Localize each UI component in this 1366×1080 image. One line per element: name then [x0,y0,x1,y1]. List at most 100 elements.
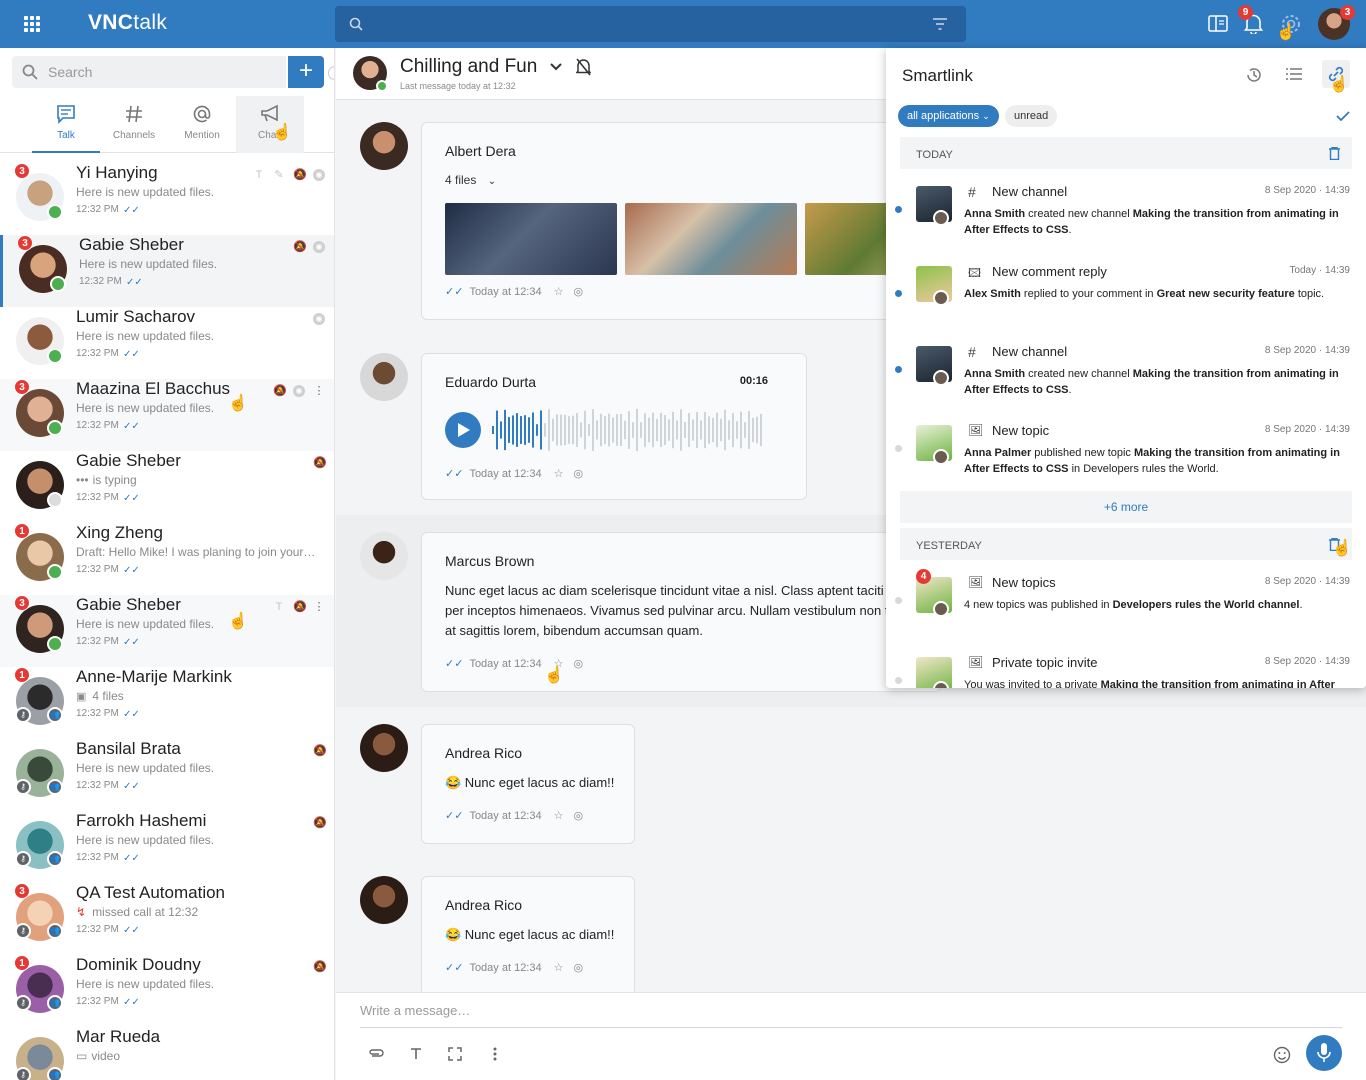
compass-icon[interactable]: ◉ [313,313,325,325]
tab-mention[interactable]: Mention [168,96,236,153]
conversation-item[interactable]: ⚷ 👥 Farrokh Hashemi Here is new updated fil… [0,811,334,883]
more-vertical-icon[interactable] [493,1047,497,1061]
message-input[interactable]: Write a message… [360,1003,470,1018]
image-canyon[interactable] [625,203,797,275]
emoji-react-icon[interactable]: ◎ [573,468,583,480]
waveform-bar [708,416,710,444]
conversation-item[interactable]: ⚷ 👥 3 QA Test Automation ↯ missed call at 12:… [0,883,334,955]
star-icon[interactable]: ☆ [554,962,564,974]
notification-item[interactable]: # New channel 8 Sep 2020 · 14:39 Anna Smith… [886,184,1366,262]
conversation-item[interactable]: ⚷ 👥 Mar Rueda ▭ video [0,1027,334,1080]
notification-item[interactable]: # New channel 8 Sep 2020 · 14:39 Anna Smith… [886,344,1366,422]
filter-unread[interactable]: unread [1005,105,1058,127]
files-dropdown[interactable]: 4 files ⌄ [445,173,496,187]
collapse-sidebar-icon[interactable]: › [328,66,334,80]
add-conversation-button[interactable]: + [288,56,324,88]
avatar[interactable] [360,724,408,772]
text-format-icon[interactable] [410,1048,422,1060]
apps-grid-icon[interactable] [24,16,40,32]
compass-icon[interactable]: ◉ [313,241,325,253]
muted-bell-icon[interactable]: 🔕 [313,745,327,757]
chat-title[interactable]: Chilling and Fun [400,56,537,78]
show-more-button[interactable]: +6 more [900,491,1352,523]
conversation-sidebar: Search + › Talk Channels Mention Chan ☝ … [0,48,335,1080]
presence-indicator [47,636,63,652]
notification-item[interactable]: 🖼 Private topic invite 8 Sep 2020 · 14:39 Y… [886,655,1366,688]
text-icon[interactable]: T [253,169,265,181]
conversation-item[interactable]: 3 Gabie Sheber Here is new updated files. 1… [0,235,334,307]
muted-bell-icon[interactable]: 🔕 [273,385,287,397]
waveform-bar [492,426,494,434]
tab-talk[interactable]: Talk [32,96,100,153]
tab-channels-broadcast[interactable]: Chan [236,96,304,153]
emoji-react-icon[interactable]: ◎ [573,658,583,670]
star-icon[interactable]: ☆ [554,468,564,480]
expand-icon[interactable] [448,1047,462,1061]
sidebar-search-input[interactable]: Search [12,56,286,88]
muted-bell-icon[interactable]: 🔕 [293,169,307,181]
conversation-item[interactable]: ⚷ 👥 1 Anne-Marije Markink ▣ 4 files 12:32 PM ✓✓ [0,667,334,739]
image-milky-way[interactable] [445,203,617,275]
avatar[interactable] [360,353,408,401]
conversation-time: 12:32 PM [76,636,119,647]
read-receipt-icon: ✓✓ [445,286,464,298]
chevron-down-icon[interactable] [550,63,562,71]
conversation-item[interactable]: Lumir Sacharov Here is new updated files.… [0,307,334,379]
emoji-react-icon[interactable]: ◎ [573,962,583,974]
conversation-item[interactable]: 3 Yi Hanying Here is new updated files. 12:… [0,163,334,235]
muted-bell-icon[interactable] [576,58,591,76]
text-icon[interactable]: T [273,601,285,613]
muted-bell-icon[interactable]: 🔕 [313,961,327,973]
compass-icon[interactable]: ◉ [293,385,305,397]
trash-icon[interactable] [1329,147,1340,160]
waveform-bar [728,420,730,440]
sidebar-panel-icon[interactable] [1208,15,1228,32]
emoji-react-icon[interactable]: ◎ [573,810,583,822]
muted-bell-icon[interactable]: 🔕 [313,817,327,829]
conversation-item[interactable]: ⚷ 👥 Bansilal Brata Here is new updated file… [0,739,334,811]
conversation-item[interactable]: ⚷ 👥 1 Dominik Doudny Here is new updated fil… [0,955,334,1027]
conversation-time: 12:32 PM [76,780,119,791]
mark-all-read-icon[interactable] [1336,111,1350,121]
notification-item[interactable]: 4 🖼 New topics 8 Sep 2020 · 14:39 4 new topi… [886,569,1366,653]
star-icon[interactable]: ☆ [554,286,564,298]
notification-type: New comment reply [992,264,1107,279]
actor-avatar [933,370,949,386]
voice-record-button[interactable] [1306,1035,1342,1071]
history-icon[interactable] [1245,66,1263,84]
global-search-input[interactable] [335,6,966,42]
more-vertical-icon[interactable]: ⋮ [313,385,325,397]
conversation-preview: Here is new updated files. [76,329,215,343]
waveform-bar [684,422,686,438]
conversation-item[interactable]: 3 Gabie Sheber Here is new updated files. 1… [0,595,334,667]
avatar[interactable] [360,122,408,170]
avatar[interactable] [360,876,408,924]
conversation-item[interactable]: 3 Maazina El Bacchus Here is new updated f… [0,379,334,451]
conversation-time: 12:32 PM [76,420,119,431]
emoji-icon[interactable] [1273,1046,1291,1064]
notification-item[interactable]: 🖼 New topic 8 Sep 2020 · 14:39 Anna Palmer … [886,423,1366,501]
star-icon[interactable]: ☆ [554,810,564,822]
muted-bell-icon[interactable]: 🔕 [293,241,307,253]
attachment-icon[interactable] [368,1047,384,1059]
video-icon: ▭ [76,1049,88,1063]
emoji-react-icon[interactable]: ◎ [573,286,583,298]
play-button[interactable] [445,412,481,448]
list-icon[interactable] [1286,68,1302,80]
tab-channels[interactable]: Channels [100,96,168,153]
notification-item[interactable]: 🖾 New comment reply Today · 14:39 Alex Smit… [886,264,1366,342]
conversation-item[interactable]: 1 Xing Zheng Draft: Hello Mike! I was plan… [0,523,334,595]
filter-icon[interactable] [933,18,947,30]
voice-waveform[interactable] [492,404,767,456]
pen-icon[interactable]: ✎ [273,169,285,181]
avatar[interactable] [360,532,408,580]
compass-icon[interactable]: ◉ [313,169,325,181]
notification-type: New channel [992,184,1068,199]
more-vertical-icon[interactable]: ⋮ [313,601,325,613]
read-receipt-icon: ✓✓ [123,349,140,360]
conversation-item[interactable]: Gabie Sheber ••• is typing 12:32 PM ✓✓ 🔕 [0,451,334,523]
filter-all-applications[interactable]: all applications ⌄ [898,105,999,127]
muted-bell-icon[interactable]: 🔕 [293,601,307,613]
muted-bell-icon[interactable]: 🔕 [313,457,327,469]
conversation-actions: 🔕 ◉ [293,241,325,253]
